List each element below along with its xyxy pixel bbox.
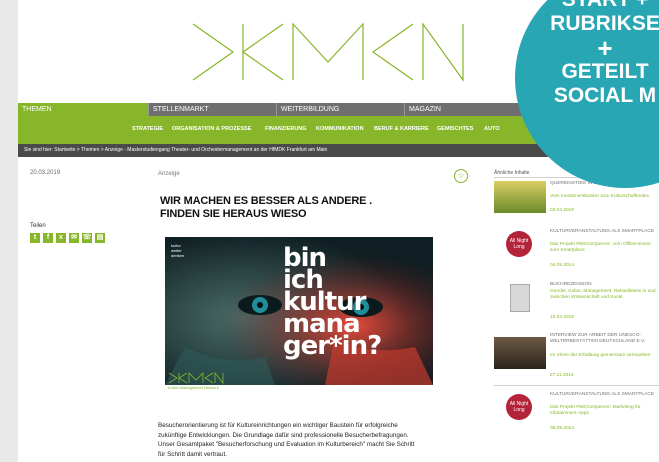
body-line: Besucherorientierung ist für Kultureinri… (158, 422, 398, 429)
article-headline: WIR MACHEN ES BESSER ALS ANDERE . FINDEN… (160, 195, 460, 221)
related-desc: Das Projekt #WirGoOpenAir: Marketing für… (550, 405, 641, 416)
facebook-icon[interactable]: f (43, 233, 53, 243)
nav-stellenmarkt[interactable]: STELLENMARKT (148, 103, 276, 116)
related-thumb-unesco[interactable] (494, 337, 546, 369)
nav-themen[interactable]: THEMEN (18, 103, 148, 116)
star-icon[interactable]: ☆ (454, 169, 468, 183)
xing-icon[interactable]: x (56, 233, 66, 243)
subnav-gemischtes[interactable]: GEMISCHTES (437, 126, 473, 132)
nav-weiterbildung[interactable]: WEITERBILDUNG (276, 103, 404, 116)
hero-slogan: bin ich kultur mana ger*in? (283, 245, 382, 361)
related-thumb-all-night-long[interactable]: All Night Long (494, 392, 546, 424)
divider (494, 385, 659, 386)
related-title-link[interactable]: KULTURVERANSTALTUNG ALS SMARTPLACE (550, 392, 656, 398)
subnav-auto[interactable]: AUTO (484, 126, 499, 132)
headline-line-2: FINDEN SIE HERAUS WIESO (160, 208, 307, 220)
promo-badge-text: START + RUBRIKSE + GETEILT SOCIAL M (515, 0, 659, 108)
share-icons: t f x ✉ ☏ ▤ (30, 233, 105, 243)
body-line: zukünftige Entwicklungen. Die Grundlage … (158, 431, 409, 439)
hero-word: ger*in? (283, 331, 382, 361)
related-date: 15.03.2019 (550, 315, 575, 320)
related-title: Ähnliche Inhalte (494, 170, 530, 176)
related-item[interactable]: All Night Long KULTURVERANSTALTUNG ALS SM… (494, 392, 659, 442)
related-desc: Im Sinne der Erhaltung gemeinsam vermark… (550, 353, 651, 358)
mail-icon[interactable]: ✉ (69, 233, 79, 243)
headline-line-1: WIR MACHEN ES BESSER ALS ANDERE . (160, 195, 372, 207)
subnav-strategie[interactable]: STRATEGIE (132, 126, 163, 132)
subnav-beruf[interactable]: BERUF & KARRIERE (374, 126, 429, 132)
related-desc: Das Projekt #WirGoOpenAir: vom Offline-E… (550, 242, 651, 253)
related-title-link[interactable]: BUCHREZENSION (550, 282, 656, 288)
related-title-link[interactable]: INTERVIEW ZUR ARBEIT DER UNESCO-WELTERBE… (550, 333, 656, 345)
article-body: Besucherorientierung ist für Kultureinri… (158, 421, 458, 459)
twitter-icon[interactable]: t (30, 233, 40, 243)
print-icon[interactable]: ▤ (95, 233, 105, 243)
kmn-small-logo (168, 372, 224, 384)
kmn-logo[interactable] (188, 22, 478, 82)
body-line: Unser Gesamtpaket "Besucherforschung und… (158, 441, 415, 448)
badge-line: GETEILT (561, 60, 649, 83)
related-desc: Gender, Kultur, Management. Reisediktess… (550, 289, 656, 300)
related-date: 04.09.2014 (550, 263, 575, 268)
related-thumb-all-night-long[interactable]: All Night Long (494, 229, 546, 261)
article-date: 20.03.2019 (30, 170, 61, 176)
related-thumb-book[interactable] (494, 282, 546, 314)
related-desc: Vom Investmentbanker zum Kulturschaffend… (550, 194, 650, 199)
subnav-finanzierung[interactable]: FINANZIERUNG (265, 126, 307, 132)
hero-image: kultur weiter denken bin ich kultur mana g… (165, 237, 433, 385)
whatsapp-icon[interactable]: ☏ (82, 233, 92, 243)
related-date: 27.11.2014 (550, 373, 574, 378)
related-date: 03.04.2019 (550, 208, 575, 213)
badge-line: RUBRIKSE (550, 12, 659, 35)
related-item[interactable]: BUCHREZENSION Gender, Kultur, Management… (494, 282, 659, 332)
related-date: 06.09.2014 (550, 426, 575, 431)
share-label: Teilen (30, 223, 46, 229)
related-item[interactable]: All Night Long KULTURVERANSTALTUNG ALS SM… (494, 229, 659, 279)
related-thumb-landscape[interactable] (494, 181, 546, 213)
hero-tag: kultur weiter denken (171, 243, 185, 258)
badge-line: START + (515, 0, 659, 12)
page: THEMEN STELLENMARKT WEITERBILDUNG MAGAZI… (18, 0, 659, 462)
badge-line: SOCIAL M (553, 84, 657, 107)
related-item[interactable]: INTERVIEW ZUR ARBEIT DER UNESCO-WELTERBE… (494, 333, 659, 383)
kmn-caption: Kultur Management Network (168, 385, 219, 390)
nav-magazin[interactable]: MAGAZIN (404, 103, 532, 116)
subnav-organisation[interactable]: ORGANISATION & PROZESSE (172, 126, 251, 132)
badge-line: + (597, 33, 613, 63)
related-title-link[interactable]: KULTURVERANSTALTUNG ALS SMARTPLACE (550, 229, 656, 235)
subnav-kommunikation[interactable]: KOMMUNIKATION (316, 126, 364, 132)
body-line: für Schritt damit vertraut. (158, 450, 227, 458)
article-kicker: Anzeige (158, 171, 180, 177)
